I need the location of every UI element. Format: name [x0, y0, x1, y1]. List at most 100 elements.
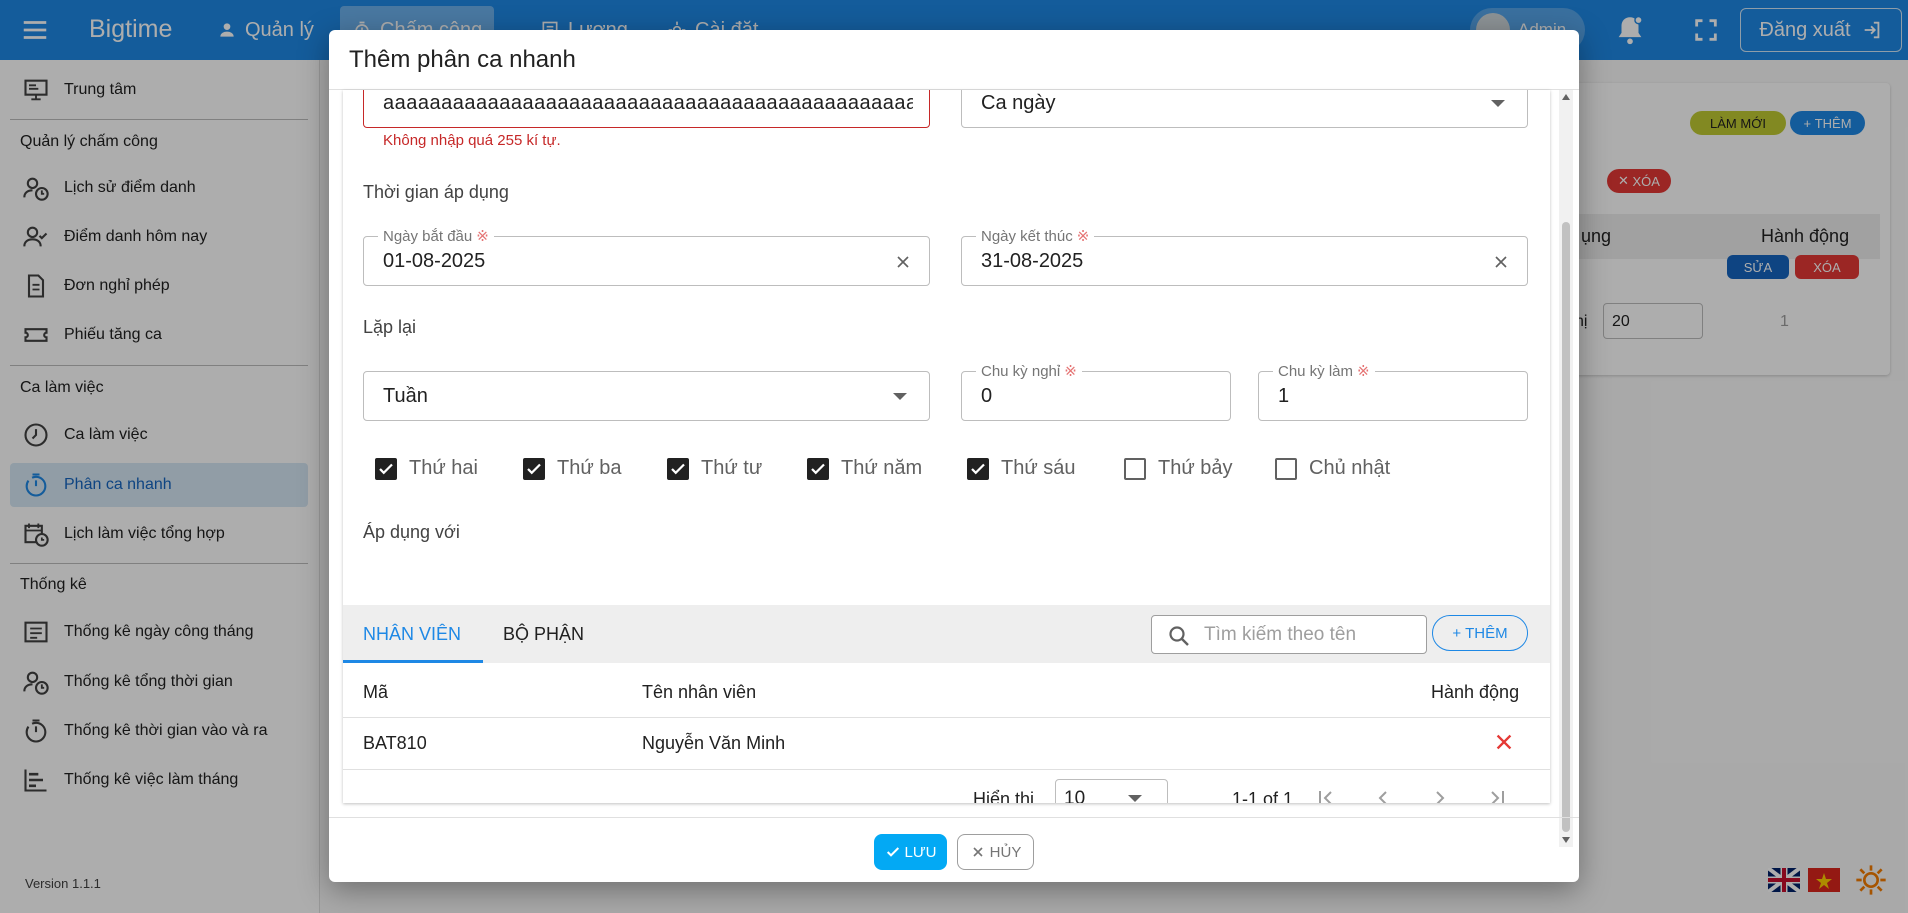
- checkbox-thu-bay[interactable]: Thứ bảy: [1124, 457, 1233, 480]
- checkbox-label: Thứ năm: [841, 457, 923, 479]
- checkbox-box[interactable]: [1124, 457, 1146, 480]
- checkbox-thu-tu[interactable]: Thứ tư: [667, 457, 762, 480]
- last-page-icon[interactable]: [1485, 786, 1509, 803]
- field-label: Chu kỳ nghỉ ※: [976, 362, 1082, 380]
- field-label: Ngày bắt đầu ※: [378, 227, 494, 245]
- check-icon: [886, 847, 899, 857]
- shift-type-value: Ca ngày: [981, 92, 1056, 114]
- cancel-label: HỦY: [989, 843, 1022, 861]
- dialog-title: Thêm phân ca nhanh: [349, 46, 576, 73]
- next-page-icon[interactable]: [1428, 786, 1452, 803]
- checkbox-thu-sau[interactable]: Thứ sáu: [967, 457, 1076, 480]
- divider: [329, 817, 1579, 818]
- prev-page-icon[interactable]: [1371, 786, 1395, 803]
- checkmark-icon: [379, 463, 393, 474]
- employee-search[interactable]: [1151, 615, 1427, 654]
- save-button[interactable]: LƯU: [874, 834, 947, 870]
- checkbox-box[interactable]: [967, 457, 989, 480]
- start-date-input[interactable]: Ngày bắt đầu ※ 01-08-2025: [363, 227, 930, 286]
- close-icon: [973, 847, 983, 857]
- end-date-input[interactable]: Ngày kết thúc ※ 31-08-2025: [961, 227, 1528, 286]
- first-page-icon[interactable]: [1314, 786, 1338, 803]
- field-label: Ngày kết thúc ※: [976, 227, 1095, 245]
- checkbox-box[interactable]: [523, 457, 545, 480]
- col-header-name: Tên nhân viên: [642, 682, 757, 702]
- search-input[interactable]: [1204, 622, 1414, 648]
- employee-table-header: Mã Tên nhân viên Hành động: [343, 663, 1550, 718]
- scroll-thumb[interactable]: [1562, 222, 1570, 832]
- remove-row-icon[interactable]: [1493, 731, 1515, 753]
- required-mark: ※: [1357, 363, 1370, 380]
- shift-name-value: aaaaaaaaaaaaaaaaaaaaaaaaaaaaaaaaaaaaaaaa…: [383, 92, 913, 114]
- shift-name-error: Không nhập quá 255 kí tự.: [383, 132, 561, 149]
- dialog-scrollbar[interactable]: [1559, 90, 1573, 847]
- checkmark-icon: [527, 463, 541, 474]
- repeat-value: Tuần: [383, 385, 428, 407]
- page-size-label: Hiển thị: [973, 789, 1035, 803]
- checkbox-label: Thứ sáu: [1001, 457, 1076, 479]
- dropdown-caret-icon: [1128, 795, 1142, 802]
- checkbox-label: Chủ nhật: [1309, 457, 1391, 479]
- page-range-text: 1-1 of 1: [1232, 789, 1294, 803]
- off-cycle-label: Chu kỳ nghỉ: [981, 363, 1061, 380]
- required-mark: ※: [1064, 363, 1077, 380]
- apply-with-label: Áp dụng với: [363, 522, 460, 542]
- page-size-select[interactable]: 10: [1055, 779, 1168, 803]
- checkbox-chu-nhat[interactable]: Chủ nhật: [1275, 457, 1390, 480]
- checkbox-box[interactable]: [667, 457, 689, 480]
- col-header-action: Hành động: [1431, 682, 1520, 702]
- checkbox-label: Thứ tư: [701, 457, 763, 479]
- assignment-tabs-bar: NHÂN VIÊN BỘ PHẬN + THÊM: [343, 605, 1550, 663]
- tab-nhan-vien[interactable]: NHÂN VIÊN: [343, 605, 481, 663]
- checkbox-thu-hai[interactable]: Thứ hai: [375, 457, 478, 480]
- checkbox-label: Thứ ba: [557, 457, 622, 479]
- scroll-down-arrow-icon[interactable]: [1561, 836, 1571, 844]
- repeat-select[interactable]: Tuần: [363, 371, 930, 421]
- off-cycle-value: 0: [981, 385, 993, 407]
- checkbox-box[interactable]: [807, 457, 829, 480]
- checkbox-thu-nam[interactable]: Thứ năm: [807, 457, 922, 480]
- field-label: Chu kỳ làm ※: [1273, 362, 1375, 380]
- add-employee-button[interactable]: + THÊM: [1432, 615, 1528, 651]
- quick-shift-dialog: Thêm phân ca nhanh aaaaaaaaaaaaaaaaaaaaa…: [329, 30, 1579, 882]
- clear-icon[interactable]: [893, 252, 913, 272]
- save-label: LƯU: [904, 843, 937, 861]
- col-header-code: Mã: [363, 682, 389, 702]
- end-date-label: Ngày kết thúc: [981, 228, 1073, 245]
- tab-bo-phan[interactable]: BỘ PHẬN: [483, 605, 604, 663]
- tab-label: NHÂN VIÊN: [363, 623, 462, 644]
- shift-type-select[interactable]: Ca ngày: [961, 90, 1528, 128]
- cancel-button[interactable]: HỦY: [957, 834, 1034, 870]
- start-date-value: 01-08-2025: [383, 250, 486, 272]
- apply-time-label: Thời gian áp dụng: [363, 182, 509, 202]
- tab-label: BỘ PHẬN: [503, 623, 585, 644]
- dialog-body: aaaaaaaaaaaaaaaaaaaaaaaaaaaaaaaaaaaaaaaa…: [343, 90, 1550, 803]
- repeat-label: Lặp lại: [363, 317, 417, 337]
- checkbox-box[interactable]: [375, 457, 397, 480]
- off-cycle-input[interactable]: Chu kỳ nghỉ ※ 0: [961, 362, 1231, 421]
- table-row: BAT810 Nguyễn Văn Minh: [343, 718, 1550, 770]
- start-date-label: Ngày bắt đầu: [383, 228, 473, 245]
- page-size-value: 10: [1064, 788, 1086, 803]
- checkmark-icon: [811, 463, 825, 474]
- checkmark-icon: [671, 463, 685, 474]
- work-cycle-value: 1: [1278, 385, 1290, 407]
- clear-icon[interactable]: [1491, 252, 1511, 272]
- dropdown-caret-icon: [893, 393, 907, 400]
- table-pagination: Hiển thị 10 1-1 of 1: [343, 770, 1550, 803]
- end-date-value: 31-08-2025: [981, 250, 1084, 272]
- checkbox-label: Thứ bảy: [1158, 457, 1233, 479]
- checkbox-thu-ba[interactable]: Thứ ba: [523, 457, 622, 480]
- checkmark-icon: [971, 463, 985, 474]
- cell-code: BAT810: [363, 733, 427, 753]
- required-mark: ※: [476, 228, 489, 245]
- checkbox-box[interactable]: [1275, 457, 1297, 480]
- cell-name: Nguyễn Văn Minh: [642, 733, 786, 753]
- scroll-up-arrow-icon[interactable]: [1561, 93, 1571, 101]
- search-icon: [1169, 626, 1189, 646]
- work-cycle-input[interactable]: Chu kỳ làm ※ 1: [1258, 362, 1528, 421]
- shift-name-input[interactable]: aaaaaaaaaaaaaaaaaaaaaaaaaaaaaaaaaaaaaaaa…: [363, 90, 930, 128]
- add-label: THÊM: [1465, 624, 1508, 642]
- required-mark: ※: [1076, 228, 1090, 245]
- work-cycle-label: Chu kỳ làm: [1278, 363, 1354, 380]
